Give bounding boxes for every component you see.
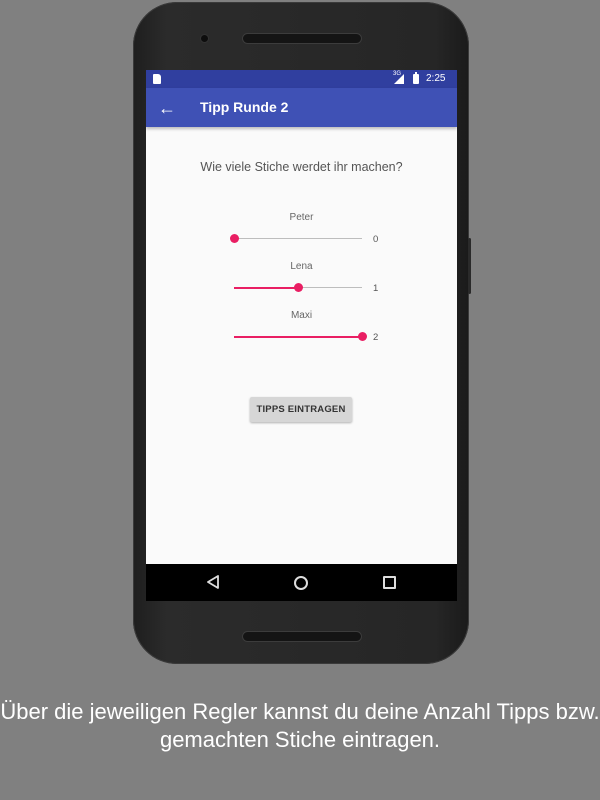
- bottom-speaker: [242, 631, 362, 642]
- nav-bar: [146, 564, 457, 601]
- slider-value: 0: [373, 234, 379, 245]
- status-bar: 3G 2:25: [146, 70, 457, 88]
- battery-icon: [413, 72, 419, 84]
- slider-fill: [234, 336, 362, 338]
- slider-thumb[interactable]: [229, 234, 239, 243]
- camera-icon: [200, 34, 209, 43]
- submit-tips-button[interactable]: TIPPS EINTRAGEN: [250, 397, 352, 422]
- signal-icon: [394, 74, 404, 84]
- app-bar: ← Tipp Runde 2: [146, 88, 457, 127]
- sd-card-icon: [153, 74, 161, 84]
- page-title: Tipp Runde 2: [200, 99, 289, 115]
- nav-recents-icon[interactable]: [383, 576, 396, 589]
- tip-slider[interactable]: [229, 233, 362, 245]
- player-name: Peter: [289, 212, 314, 223]
- side-button: [468, 238, 471, 294]
- player-name: Lena: [290, 261, 313, 272]
- tip-slider[interactable]: [234, 331, 367, 343]
- tip-slider[interactable]: [234, 282, 362, 294]
- slider-value: 2: [373, 332, 379, 343]
- slider-track: [234, 238, 362, 239]
- top-speaker: [242, 33, 362, 44]
- nav-home-icon[interactable]: [294, 576, 308, 590]
- question-text: Wie viele Stiche werdet ihr machen?: [200, 160, 403, 174]
- slider-fill: [234, 287, 298, 289]
- slider-thumb[interactable]: [357, 332, 367, 341]
- screen: 3G 2:25 ← Tipp Runde 2 Wie viele Stiche …: [146, 70, 457, 601]
- status-time: 2:25: [426, 73, 446, 84]
- nav-back-icon[interactable]: [206, 575, 220, 589]
- arrow-back-icon[interactable]: ←: [156, 97, 178, 119]
- slider-value: 1: [373, 283, 379, 294]
- slider-thumb[interactable]: [293, 283, 303, 292]
- player-name: Maxi: [290, 310, 313, 321]
- caption-text: Über die jeweiligen Regler kannst du dei…: [0, 699, 600, 752]
